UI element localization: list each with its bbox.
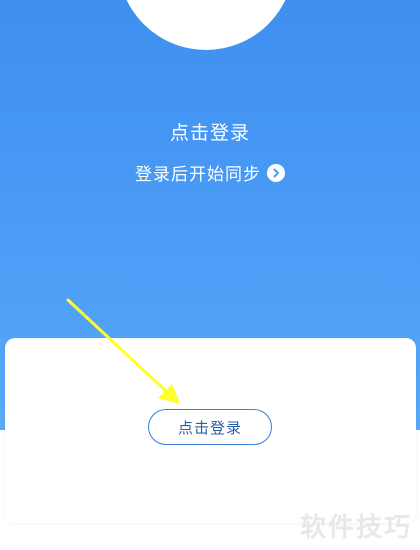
login-button[interactable]: 点击登录	[148, 409, 272, 445]
watermark: 软件技巧	[299, 513, 412, 543]
sync-hint-label: 登录后开始同步	[135, 165, 261, 185]
login-screen: 点击登录 登录后开始同步 点击登录 软件技巧	[0, 0, 420, 550]
sync-hint-link[interactable]: 登录后开始同步	[0, 160, 420, 185]
chevron-right-circle-icon	[267, 163, 285, 182]
page-title[interactable]: 点击登录	[0, 118, 420, 145]
